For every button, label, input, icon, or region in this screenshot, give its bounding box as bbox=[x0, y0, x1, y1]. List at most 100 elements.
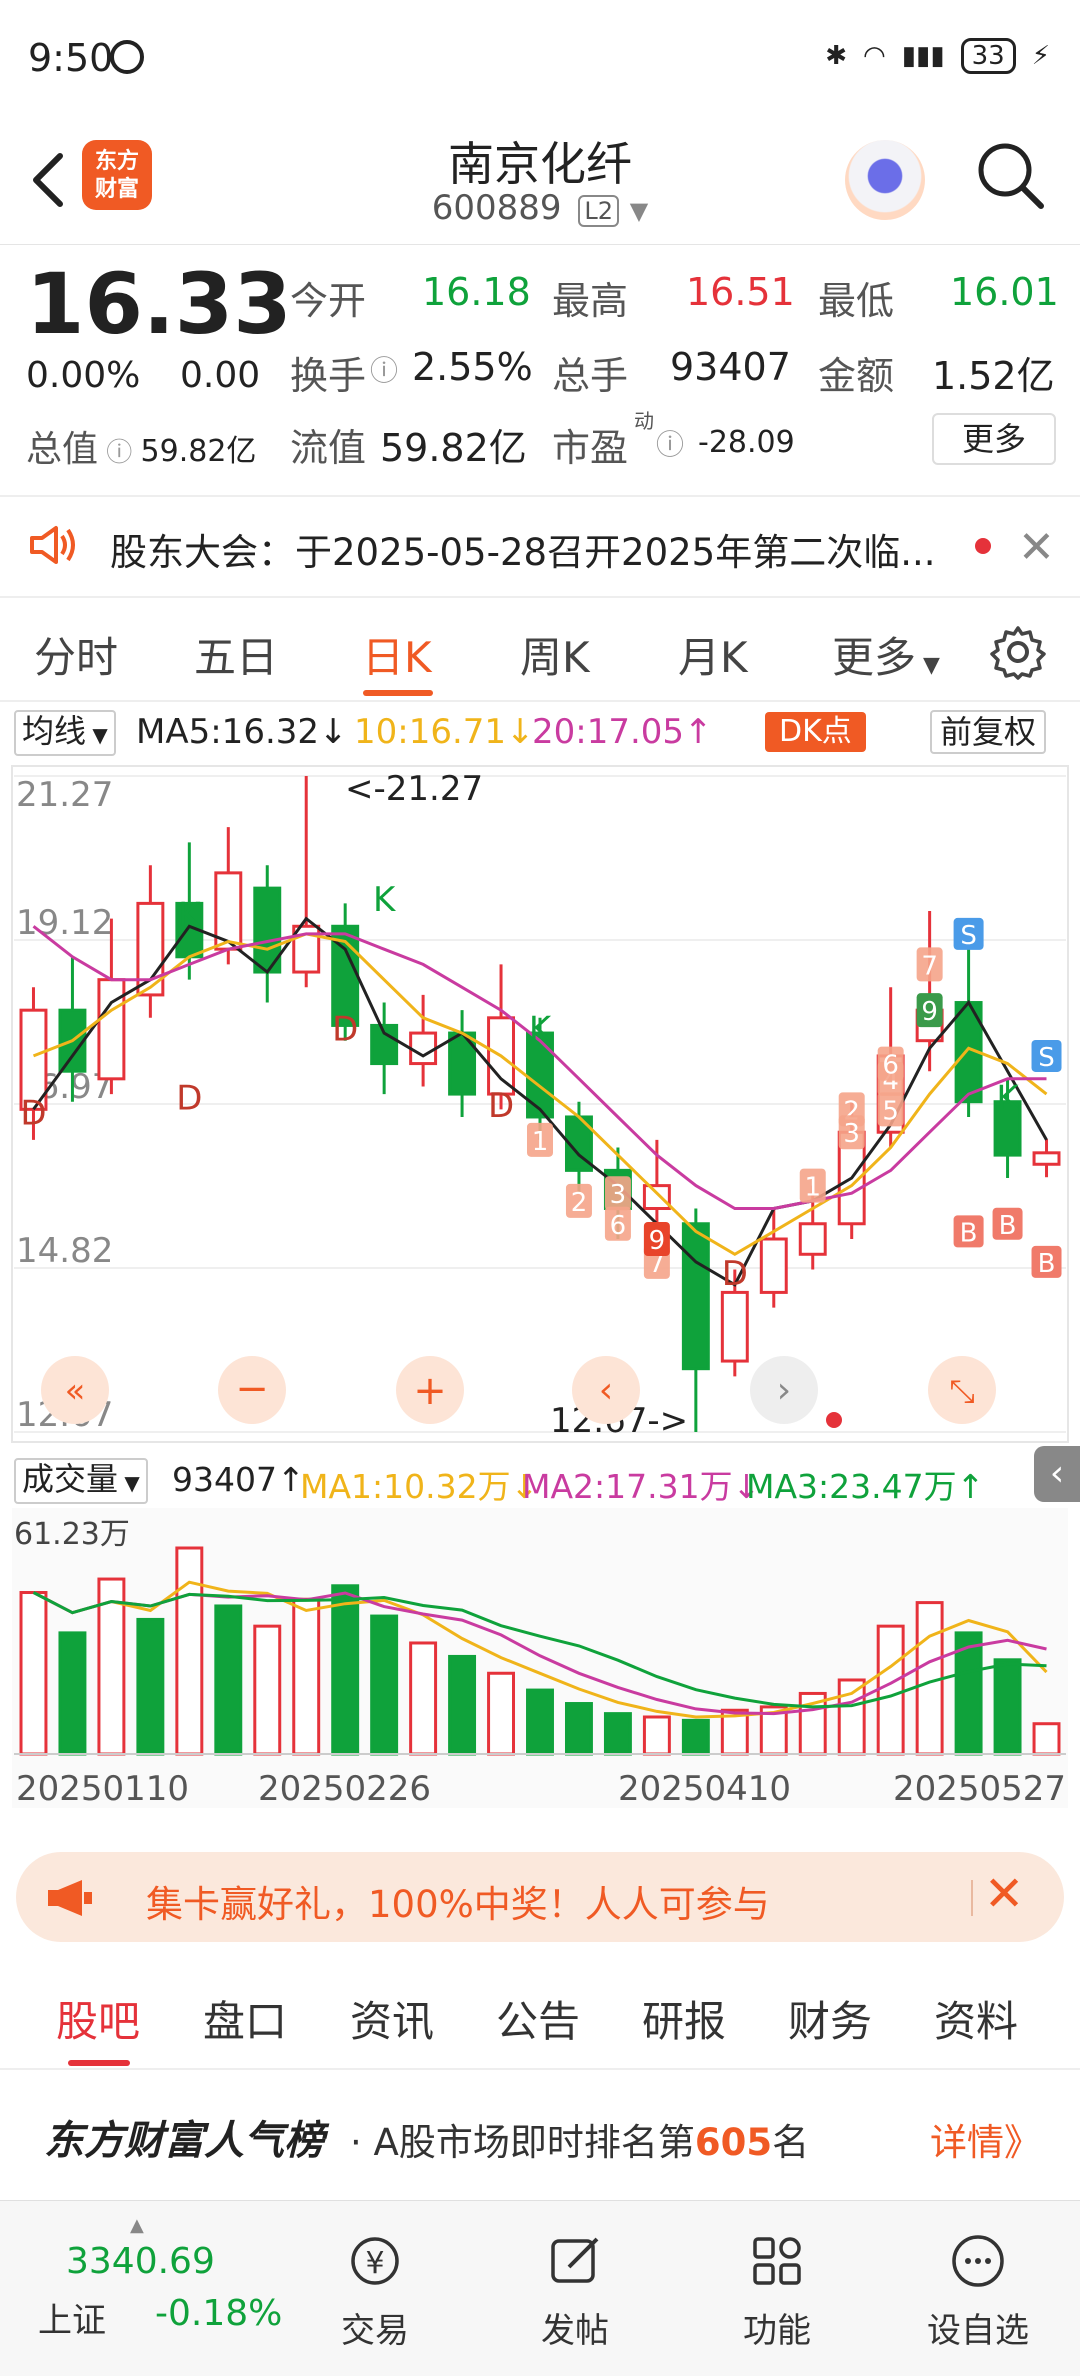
post-label: 发帖 bbox=[541, 2311, 609, 2351]
scroll-left-button[interactable]: ‹ bbox=[572, 1356, 640, 1424]
tab-profile[interactable]: 资料 bbox=[934, 1988, 1018, 2049]
signal-marker-label: 1 bbox=[804, 1173, 821, 1203]
fullscreen-button[interactable]: ⤡ bbox=[928, 1356, 996, 1424]
volume-frame bbox=[12, 1508, 1068, 1808]
more-dots-icon bbox=[952, 2235, 1004, 2287]
trade-button[interactable]: ¥ 交易 bbox=[315, 2231, 435, 2352]
notice-text: 股东大会：于2025-05-28召开2025年第二次临... bbox=[110, 531, 936, 574]
gear-icon[interactable] bbox=[990, 624, 1046, 680]
volume-bar bbox=[603, 1712, 632, 1756]
svg-text:¥: ¥ bbox=[365, 2246, 384, 2281]
signal-marker-label: S bbox=[960, 921, 977, 951]
volume-chart[interactable]: 61.23万 20250110 20250226 20250410 20250527 bbox=[0, 1508, 1080, 1818]
assistant-robot-icon[interactable] bbox=[845, 140, 925, 220]
functions-label: 功能 bbox=[743, 2311, 811, 2351]
tab-weekly-k[interactable]: 周K bbox=[520, 624, 590, 685]
vol-ma1: MA1:10.32万↓ bbox=[300, 1467, 539, 1506]
zoom-in-button[interactable]: + bbox=[396, 1356, 464, 1424]
turnover-label: 换手 bbox=[290, 354, 367, 398]
volume-bar bbox=[19, 1591, 48, 1756]
tab-daily-k[interactable]: 日K bbox=[362, 624, 432, 685]
collapse-button[interactable]: ‹ bbox=[1034, 1446, 1080, 1502]
signal-marker-label: 9 bbox=[649, 1226, 666, 1256]
volume-bar bbox=[175, 1546, 204, 1756]
volume-bar bbox=[409, 1641, 438, 1756]
rank-prefix: A股市场即时排名第 bbox=[373, 2121, 695, 2164]
rank-description: · A股市场即时排名第605名 bbox=[350, 2121, 810, 2164]
signal-marker-label: B bbox=[999, 1211, 1017, 1241]
vol-ma3: MA3:23.47万↑ bbox=[746, 1467, 985, 1506]
functions-button[interactable]: 功能 bbox=[717, 2231, 837, 2352]
signal-marker-label: 3 bbox=[610, 1180, 627, 1210]
close-icon[interactable]: ✕ bbox=[1018, 522, 1055, 573]
zoom-out-button[interactable]: − bbox=[218, 1356, 286, 1424]
signal-marker: D bbox=[332, 1010, 358, 1050]
low-value: 16.01 bbox=[950, 270, 1059, 314]
info-icon[interactable]: ⓘ bbox=[370, 349, 398, 389]
chevron-left-icon: ‹ bbox=[599, 1370, 613, 1411]
scroll-left-fast-button[interactable]: « bbox=[41, 1356, 109, 1424]
add-watchlist-button[interactable]: 设自选 bbox=[918, 2231, 1038, 2352]
y-tick-label: 21.27 bbox=[16, 775, 113, 815]
tab-news[interactable]: 资讯 bbox=[350, 1988, 434, 2049]
post-button[interactable]: 发帖 bbox=[515, 2231, 635, 2352]
tab-pankou[interactable]: 盘口 bbox=[203, 1988, 287, 2049]
x-tick-label: 20250527 bbox=[893, 1769, 1066, 1809]
turnover-value: 2.55% bbox=[412, 345, 533, 389]
candle-body bbox=[642, 1184, 671, 1211]
tab-intraday[interactable]: 分时 bbox=[34, 624, 118, 685]
tab-more[interactable]: 更多 ▼ bbox=[832, 624, 940, 685]
tab-five-day[interactable]: 五日 bbox=[194, 624, 278, 685]
notice-bar[interactable]: 股东大会：于2025-05-28召开2025年第二次临... ✕ bbox=[0, 500, 1080, 590]
promo-banner[interactable]: 集卡赢好礼，100%中奖！人人可参与 ✕ bbox=[16, 1852, 1064, 1942]
kline-chart-area[interactable]: 均线 ▼ MA5:16.32↓ 10:16.71↓ 20:17.05↑ DK点 … bbox=[0, 700, 1080, 1840]
candle-body bbox=[681, 1222, 710, 1371]
tab-monthly-k[interactable]: 月K bbox=[678, 624, 748, 685]
kline-chart[interactable]: 21.2719.1216.9714.8212.67 DDKDKDKDKSSBBB… bbox=[0, 760, 1080, 1500]
dk-point-button[interactable]: DK点 bbox=[765, 712, 866, 752]
signal-marker-label: 3 bbox=[843, 1119, 860, 1149]
pe-dynamic-sup: 动 bbox=[634, 409, 654, 433]
more-button[interactable]: 更多 bbox=[932, 413, 1056, 465]
volume-select-label: 成交量 bbox=[22, 1460, 119, 1498]
info-icon[interactable]: ⓘ bbox=[656, 423, 684, 463]
ma-legend: 均线 ▼ MA5:16.32↓ 10:16.71↓ 20:17.05↑ DK点 … bbox=[0, 700, 1080, 760]
signal-marker: K bbox=[996, 1078, 1020, 1118]
volume-legend: 成交量 ▼ 93407↑ MA1:10.32万↓ MA2:17.31万↓ MA3… bbox=[0, 1450, 1080, 1510]
volume-bar bbox=[370, 1614, 399, 1756]
y-tick-label: 19.12 bbox=[16, 903, 113, 943]
quote-panel: 16.33 0.00% 0.00 总值 ⓘ 59.82亿 今开 16.18 最高… bbox=[0, 245, 1080, 495]
y-tick-label: 14.82 bbox=[16, 1231, 113, 1271]
tab-announcements[interactable]: 公告 bbox=[496, 1988, 580, 2049]
tab-finance[interactable]: 财务 bbox=[788, 1988, 872, 2049]
signal-marker-label: B bbox=[1038, 1249, 1056, 1279]
scroll-right-button[interactable]: › bbox=[750, 1356, 818, 1424]
volume-value: 93407↑ bbox=[172, 1460, 305, 1499]
candle-body bbox=[409, 1031, 438, 1066]
tab-guba[interactable]: 股吧 bbox=[56, 1988, 140, 2049]
rank-detail-link[interactable]: 详情》 bbox=[930, 2112, 1041, 2166]
adjust-button[interactable]: 前复权 bbox=[930, 710, 1047, 754]
info-icon[interactable]: ⓘ bbox=[98, 438, 141, 468]
close-icon[interactable]: ✕ bbox=[984, 1866, 1024, 1922]
status-bar: 9:50 ✱ ◠ ▮▮▮ 33 ⚡ bbox=[0, 0, 1080, 110]
popularity-rank[interactable]: 东方财富人气榜 · A股市场即时排名第605名 详情》 bbox=[0, 2070, 1080, 2200]
volume-bar bbox=[448, 1654, 477, 1756]
volume-select[interactable]: 成交量 ▼ bbox=[14, 1458, 148, 1504]
signal-marker-label: 9 bbox=[921, 997, 938, 1027]
open-label: 今开 bbox=[290, 279, 367, 323]
index-value: 3340.69 bbox=[66, 2241, 215, 2282]
signal-marker: D bbox=[722, 1254, 748, 1294]
ma-select[interactable]: 均线 ▼ bbox=[14, 710, 116, 756]
float-value: 59.82亿 bbox=[380, 426, 527, 470]
volume-bar bbox=[253, 1624, 282, 1756]
change-percent: 0.00% bbox=[26, 355, 141, 396]
charging-icon: ⚡ bbox=[1031, 41, 1050, 71]
search-icon[interactable] bbox=[975, 140, 1045, 210]
volume-bar bbox=[487, 1671, 516, 1756]
level-badge: L2 bbox=[578, 195, 619, 227]
rank-brand: 东方财富人气榜 bbox=[44, 2118, 324, 2164]
tab-research[interactable]: 研报 bbox=[642, 1988, 726, 2049]
add-watchlist-label: 设自选 bbox=[927, 2311, 1029, 2351]
open-value: 16.18 bbox=[422, 270, 531, 314]
